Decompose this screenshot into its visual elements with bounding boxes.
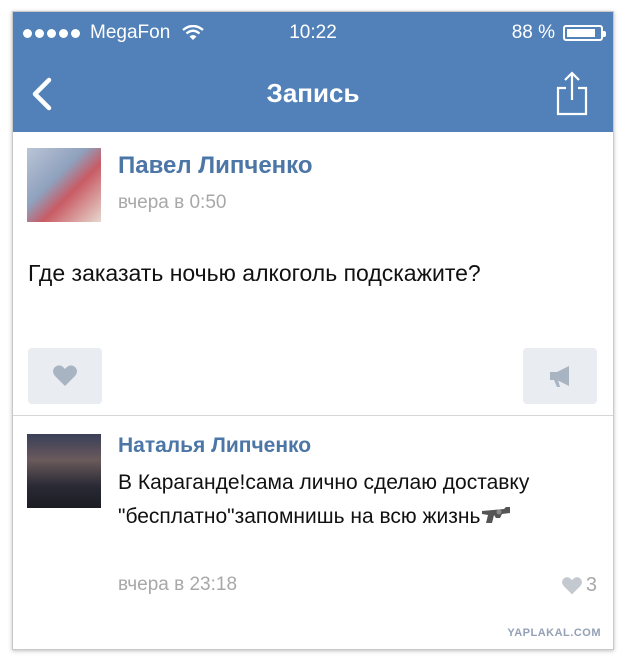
heart-icon bbox=[561, 576, 582, 594]
comment-date: вчера в 23:18 bbox=[118, 574, 238, 595]
like-count: 3 bbox=[585, 574, 597, 596]
battery-percent: 88 % bbox=[511, 22, 555, 43]
post-author[interactable]: Павел Липченко bbox=[118, 152, 313, 180]
post-date: вчера в 0:50 bbox=[118, 192, 227, 213]
heart-icon bbox=[53, 365, 77, 386]
share-icon[interactable] bbox=[555, 70, 589, 116]
comment: Наталья Липченко В Караганде!сама лично … bbox=[13, 416, 613, 649]
avatar[interactable] bbox=[27, 434, 101, 508]
post: Павел Липченко вчера в 0:50 Где заказать… bbox=[13, 132, 613, 414]
like-button[interactable] bbox=[28, 348, 102, 404]
comment-likes[interactable]: 3 bbox=[561, 574, 597, 597]
battery-area: 88 % bbox=[511, 22, 606, 44]
post-text: Где заказать ночью алкоголь подскажите? bbox=[28, 260, 481, 286]
comment-author[interactable]: Наталья Липченко bbox=[118, 434, 311, 458]
repost-button[interactable] bbox=[523, 348, 597, 404]
navigation-bar: Запись bbox=[13, 56, 613, 132]
comment-text: В Караганде!сама лично сделаю доставку "… bbox=[118, 471, 530, 528]
megaphone-icon bbox=[550, 366, 569, 387]
comment-text-block: В Караганде!сама лично сделаю доставку "… bbox=[118, 466, 593, 534]
app-window: MegaFon 10:22 88 % Запись Павел Липченко… bbox=[12, 11, 614, 650]
battery-icon bbox=[563, 25, 606, 41]
avatar[interactable] bbox=[27, 148, 101, 222]
revolver-emoji-icon bbox=[482, 507, 511, 523]
page-title: Запись bbox=[266, 78, 360, 108]
status-bar: MegaFon 10:22 88 % bbox=[13, 12, 613, 56]
watermark: YAPLAKAL.COM bbox=[507, 627, 601, 639]
